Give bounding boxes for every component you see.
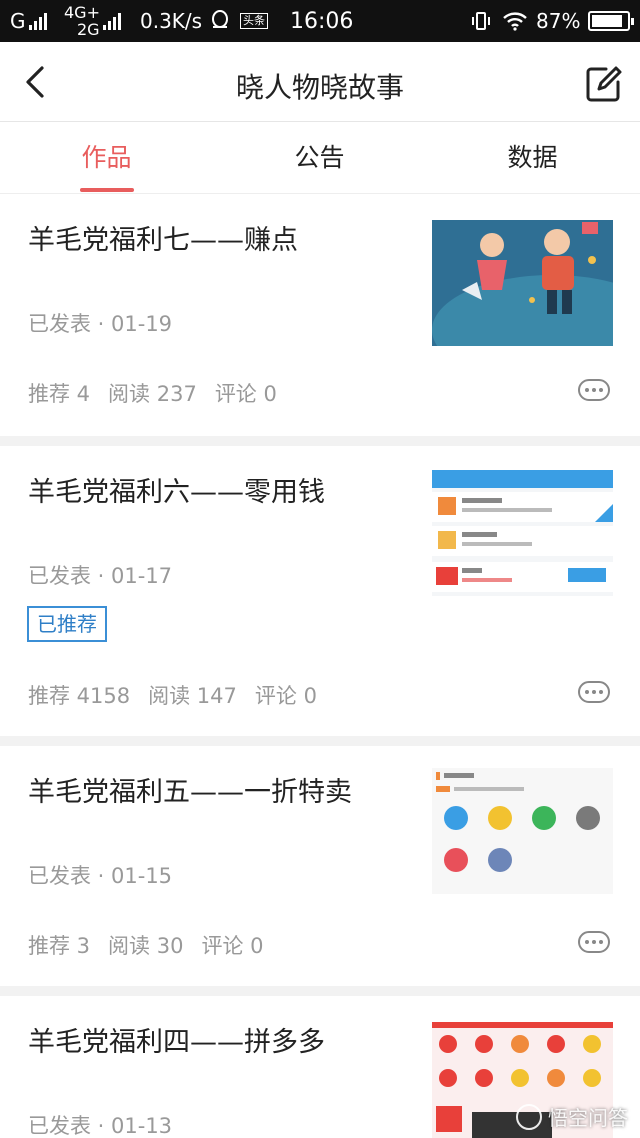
more-options-button[interactable] [578, 379, 610, 401]
article-card[interactable]: 羊毛党福利七——赚点 已发表 · 01-19 推荐 4 阅读 237 评论 0 [0, 194, 640, 436]
article-stats: 推荐 4158 阅读 147 评论 0 [28, 680, 335, 710]
article-thumbnail [432, 220, 613, 346]
signal-group-2: 4G+ 2G [64, 0, 121, 42]
signal-icon [28, 12, 47, 30]
more-options-button[interactable] [578, 681, 610, 703]
signal-group-1: G [10, 0, 47, 42]
article-card[interactable]: 羊毛党福利五——一折特卖 已发表 · 01-15 推荐 3 阅读 30 评论 0 [0, 746, 640, 986]
stat-recommend: 推荐 4 [28, 382, 91, 406]
wukong-logo-icon [516, 1103, 542, 1130]
battery-icon [588, 11, 634, 31]
article-status: 已发表 · 01-17 [28, 564, 173, 588]
article-card[interactable]: 羊毛党福利六——零用钱 已发表 · 01-17 已推荐 推荐 4158 阅读 14… [0, 446, 640, 736]
watermark-text: 悟空问答 [548, 1106, 628, 1130]
stat-recommend: 推荐 4158 [28, 684, 131, 708]
qq-icon [210, 0, 230, 42]
stat-reads: 阅读 147 [148, 684, 237, 708]
article-title[interactable]: 羊毛党福利七——赚点 [28, 218, 298, 257]
tab-data[interactable]: 数据 [426, 122, 639, 194]
article-thumbnail [432, 470, 613, 596]
active-tab-indicator [80, 188, 134, 192]
stat-comments: 评论 0 [214, 382, 277, 406]
page-title: 晓人物晓故事 [235, 71, 404, 104]
wifi-icon [502, 0, 528, 42]
clock: 16:06 [290, 8, 354, 34]
article-title[interactable]: 羊毛党福利五——一折特卖 [28, 770, 352, 809]
article-status: 已发表 · 01-13 [28, 1114, 173, 1138]
network-type-2: 2G [77, 20, 100, 39]
edit-button[interactable] [584, 64, 624, 104]
stat-comments: 评论 0 [254, 684, 317, 708]
article-title[interactable]: 羊毛党福利四——拼多多 [28, 1020, 325, 1059]
stat-comments: 评论 0 [201, 934, 264, 958]
stat-recommend: 推荐 3 [28, 934, 91, 958]
card-separator [0, 436, 640, 446]
more-options-button[interactable] [578, 931, 610, 953]
vibrate-icon [470, 0, 492, 42]
app-header: 晓人物晓故事 [0, 42, 640, 122]
article-status: 已发表 · 01-15 [28, 864, 173, 888]
status-bar: G 4G+ 2G 0.3K/s 头条 16:06 87% [0, 0, 640, 42]
net-speed: 0.3K/s [140, 9, 203, 33]
toutiao-icon: 头条 [240, 13, 268, 29]
article-status: 已发表 · 01-19 [28, 312, 173, 336]
article-thumbnail [432, 768, 613, 894]
card-separator [0, 986, 640, 996]
battery-percent: 87% [536, 9, 581, 33]
network-type-1: 4G+ [64, 3, 100, 22]
stat-reads: 阅读 237 [108, 382, 197, 406]
stat-reads: 阅读 30 [108, 934, 184, 958]
tab-works[interactable]: 作品 [0, 122, 213, 194]
edit-icon [586, 66, 622, 102]
article-stats: 推荐 3 阅读 30 评论 0 [28, 930, 282, 960]
card-separator [0, 736, 640, 746]
article-title[interactable]: 羊毛党福利六——零用钱 [28, 470, 325, 509]
tab-announcements[interactable]: 公告 [213, 122, 426, 194]
signal-icon-2 [102, 12, 121, 30]
recommended-badge: 已推荐 [27, 606, 107, 642]
carrier-label: G [10, 9, 26, 33]
tab-bar: 作品 公告 数据 [0, 122, 640, 194]
watermark: 悟空问答 [516, 1102, 628, 1131]
article-stats: 推荐 4 阅读 237 评论 0 [28, 378, 295, 408]
